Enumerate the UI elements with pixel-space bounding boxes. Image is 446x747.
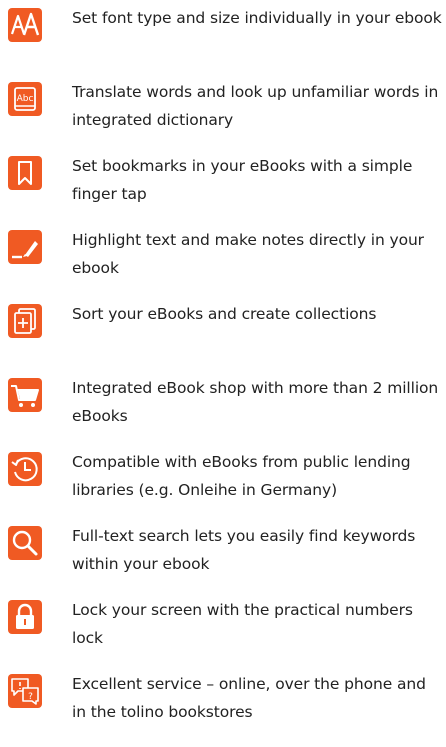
svg-text:Abc: Abc bbox=[17, 94, 34, 104]
feature-item-search: Full-text search lets you easily find ke… bbox=[0, 522, 446, 592]
lock-icon bbox=[8, 600, 42, 634]
service-chat-icon: ? bbox=[8, 674, 42, 708]
feature-text: Lock your screen with the practical numb… bbox=[72, 601, 413, 647]
feature-item-bookmark: Set bookmarks in your eBooks with a simp… bbox=[0, 152, 446, 222]
bookmark-icon bbox=[8, 156, 42, 190]
feature-text: Integrated eBook shop with more than 2 m… bbox=[72, 379, 439, 425]
feature-item-lock: Lock your screen with the practical numb… bbox=[0, 596, 446, 666]
search-icon bbox=[8, 526, 42, 560]
feature-text: Sort your eBooks and create collections bbox=[72, 305, 377, 323]
font-size-icon bbox=[8, 8, 42, 42]
dictionary-icon: Abc bbox=[8, 82, 42, 116]
feature-text: Full-text search lets you easily find ke… bbox=[72, 527, 416, 573]
feature-item-font: Set font type and size individually in y… bbox=[0, 4, 446, 74]
feature-item-collections: Sort your eBooks and create collections bbox=[0, 300, 446, 370]
history-clock-icon bbox=[8, 452, 42, 486]
feature-item-libraries: Compatible with eBooks from public lendi… bbox=[0, 448, 446, 518]
feature-item-service: ? Excellent service – online, over the p… bbox=[0, 670, 446, 740]
feature-item-shop: Integrated eBook shop with more than 2 m… bbox=[0, 374, 446, 444]
feature-list: Set font type and size individually in y… bbox=[0, 0, 446, 747]
svg-text:?: ? bbox=[28, 692, 33, 702]
feature-item-highlight: Highlight text and make notes directly i… bbox=[0, 226, 446, 296]
feature-text: Highlight text and make notes directly i… bbox=[72, 231, 424, 277]
shopping-cart-icon bbox=[8, 378, 42, 412]
feature-text: Excellent service – online, over the pho… bbox=[72, 675, 426, 721]
collections-icon bbox=[8, 304, 42, 338]
feature-text: Set font type and size individually in y… bbox=[72, 9, 442, 27]
feature-text: Set bookmarks in your eBooks with a simp… bbox=[72, 157, 413, 203]
highlighter-icon bbox=[8, 230, 42, 264]
feature-item-dictionary: Abc Translate words and look up unfamili… bbox=[0, 78, 446, 148]
feature-text: Translate words and look up unfamiliar w… bbox=[72, 83, 439, 129]
feature-text: Compatible with eBooks from public lendi… bbox=[72, 453, 411, 499]
